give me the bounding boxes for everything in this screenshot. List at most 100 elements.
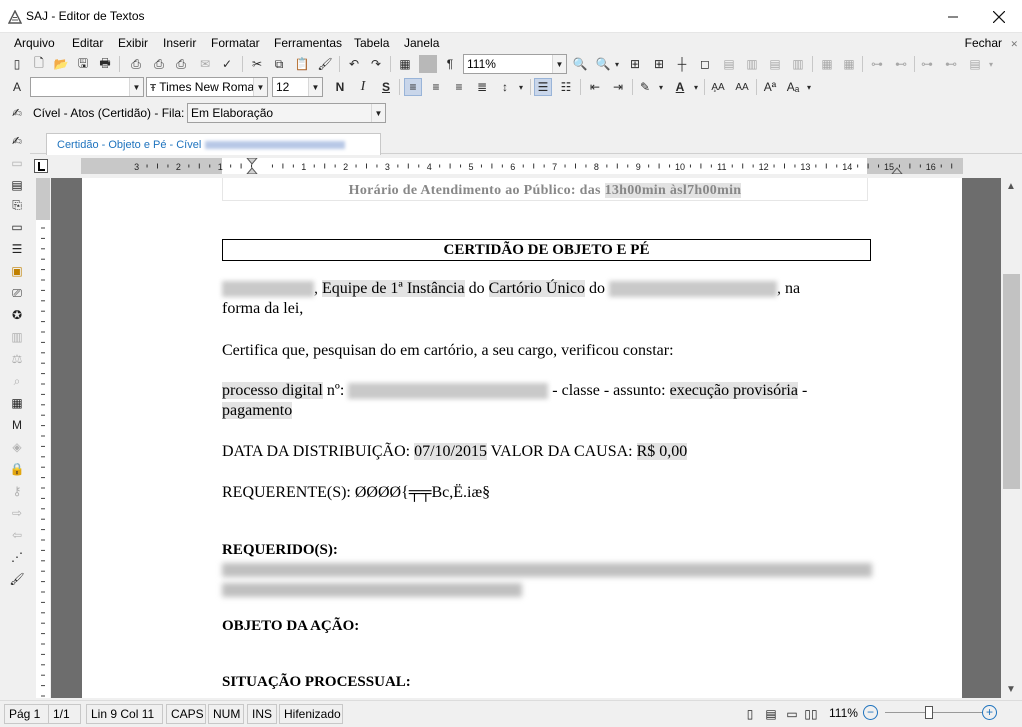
signature-flow-icon[interactable]: ✍ (8, 132, 26, 150)
chevron-down-icon[interactable]: ▾ (656, 78, 666, 96)
monitor-icon[interactable]: ▭ (8, 154, 26, 172)
cell-merge-icon[interactable]: ▦ (840, 55, 858, 73)
web-view-icon[interactable]: ▤ (763, 706, 779, 722)
menu-arquivo[interactable]: Arquivo (14, 36, 55, 50)
delete-row-icon[interactable]: ⊶ (918, 55, 936, 73)
table-box-icon[interactable]: ◻ (696, 55, 714, 73)
redo-icon[interactable]: ↷ (367, 55, 385, 73)
chevron-down-icon[interactable]: ▾ (516, 78, 526, 96)
table-rows-icon[interactable]: ▤ (766, 55, 784, 73)
font-color-icon[interactable]: A (671, 78, 689, 96)
open-folder-icon[interactable]: 📂 (52, 55, 70, 73)
draft-view-icon[interactable]: ▭ (784, 706, 800, 722)
font-size-combo[interactable]: 12 ▼ (272, 77, 323, 97)
insert-table-icon[interactable]: ▦ (396, 55, 414, 73)
minimize-button[interactable] (930, 0, 976, 33)
number-icon[interactable]: M (8, 416, 26, 434)
pdf-icon[interactable]: ▣ (8, 262, 26, 280)
scroll-up-icon[interactable]: ▲ (1006, 181, 1016, 192)
lock-icon[interactable]: 🔒 (8, 460, 26, 478)
bullet-list-icon[interactable]: ☰ (534, 78, 552, 96)
print-preview-icon[interactable]: 🖶 (96, 55, 114, 73)
print-options-icon[interactable]: ⎙ (150, 55, 168, 73)
align-center-icon[interactable]: ≡ (427, 78, 445, 96)
table-split-icon[interactable]: ▥ (743, 55, 761, 73)
copy-icon[interactable]: ⧉ (270, 55, 288, 73)
show-hide-icon[interactable] (419, 55, 437, 73)
list-icon[interactable]: ☰ (8, 240, 26, 258)
stamp-icon[interactable]: ⚖ (8, 350, 26, 368)
key-icon[interactable]: ⚷ (8, 482, 26, 500)
document-area[interactable]: Horário de Atendimento ao Público: das 1… (51, 178, 1001, 698)
grow-font-icon[interactable]: A̧A (709, 78, 727, 96)
tag-icon[interactable]: ◈ (8, 438, 26, 456)
email-icon[interactable]: ✉ (196, 55, 214, 73)
table-merge-icon[interactable]: ▤ (720, 55, 738, 73)
cut-icon[interactable]: ✂ (248, 55, 266, 73)
chevron-down-icon[interactable]: ▼ (371, 104, 385, 122)
template-icon[interactable]: ▯ (8, 55, 26, 73)
align-left-icon[interactable]: ≡ (404, 78, 422, 96)
increase-indent-icon[interactable]: ⇥ (609, 78, 627, 96)
tab-stop-icon[interactable] (34, 159, 48, 173)
menu-inserir[interactable]: Inserir (163, 36, 196, 50)
subscript-icon[interactable]: Aₐ (784, 78, 802, 96)
documents-icon[interactable]: ▤ (8, 176, 26, 194)
undo-icon[interactable]: ↶ (345, 55, 363, 73)
table-cols-icon[interactable]: ▥ (789, 55, 807, 73)
menu-ferramentas[interactable]: Ferramentas (274, 36, 342, 50)
menu-formatar[interactable]: Formatar (211, 36, 260, 50)
zoom-in-icon[interactable]: 🔍 (594, 55, 612, 73)
share-icon[interactable]: ⋰ (8, 548, 26, 566)
new-document-icon[interactable]: 🗋 (30, 55, 48, 73)
zoom-combo[interactable]: 111% ▼ (463, 54, 567, 74)
underline-icon[interactable]: S (377, 78, 395, 96)
highlight-icon[interactable]: ✎ (636, 78, 654, 96)
seal-icon[interactable]: ✪ (8, 306, 26, 324)
import-icon[interactable]: ⇦ (8, 526, 26, 544)
chevron-down-icon[interactable]: ▾ (804, 78, 814, 96)
chevron-down-icon[interactable]: ▾ (612, 55, 622, 73)
zoom-out-button[interactable]: − (863, 705, 878, 720)
search-doc-icon[interactable]: ⌕ (8, 372, 26, 390)
scrollbar-thumb[interactable] (1003, 274, 1020, 489)
paste-icon[interactable]: 📋 (293, 55, 311, 73)
zoom-in-button[interactable]: + (982, 705, 997, 720)
document-page[interactable]: Horário de Atendimento ao Público: das 1… (82, 178, 962, 698)
superscript-icon[interactable]: Aª (761, 78, 779, 96)
vertical-scrollbar[interactable]: ▲ ▼ (1001, 178, 1022, 698)
format-painter-icon[interactable]: 🖌 (316, 55, 334, 73)
menu-editar[interactable]: Editar (72, 36, 103, 50)
table-borders-icon[interactable]: ⊞ (650, 55, 668, 73)
numbered-list-icon[interactable]: ☷ (557, 78, 575, 96)
italic-icon[interactable]: I (354, 78, 372, 96)
chevron-down-icon[interactable]: ▾ (986, 55, 996, 73)
zoom-slider-thumb[interactable] (925, 706, 933, 719)
font-name-combo[interactable]: Ŧ Times New Roman ▼ (146, 77, 268, 97)
chevron-down-icon[interactable]: ▼ (552, 55, 566, 73)
zoom-out-icon[interactable]: 🔍 (571, 55, 589, 73)
decrease-indent-icon[interactable]: ⇤ (586, 78, 604, 96)
insert-row-icon[interactable]: ⊶ (868, 55, 886, 73)
shrink-font-icon[interactable]: AA (733, 78, 751, 96)
chevron-down-icon[interactable]: ▼ (308, 78, 322, 96)
scroll-down-icon[interactable]: ▼ (1006, 684, 1016, 695)
menu-janela[interactable]: Janela (404, 36, 439, 50)
fechar-button[interactable]: Fechar (965, 36, 1002, 50)
paragraph-mark-icon[interactable]: ¶ (441, 55, 459, 73)
cell-split-icon[interactable]: ▦ (818, 55, 836, 73)
menu-tabela[interactable]: Tabela (354, 36, 389, 50)
table-props-icon[interactable]: ▤ (966, 55, 984, 73)
signature-icon[interactable]: ✍ (8, 104, 26, 122)
horizontal-ruler[interactable]: 3211234567891011121314151617 (81, 158, 963, 174)
chevron-down-icon[interactable]: ▼ (253, 78, 267, 96)
menu-exibir[interactable]: Exibir (118, 36, 148, 50)
chevron-down-icon[interactable]: ▾ (691, 78, 701, 96)
calendar-icon[interactable]: ▦ (8, 394, 26, 412)
print-icon[interactable]: ⎙ (127, 55, 145, 73)
chevron-down-icon[interactable]: ▼ (129, 78, 143, 96)
tab-certidao[interactable]: Certidão - Objeto e Pé - Cível (46, 133, 381, 155)
export-icon[interactable]: ⇨ (8, 504, 26, 522)
attach-icon[interactable]: ⎘ (8, 196, 26, 214)
comment-icon[interactable]: ▭ (8, 218, 26, 236)
